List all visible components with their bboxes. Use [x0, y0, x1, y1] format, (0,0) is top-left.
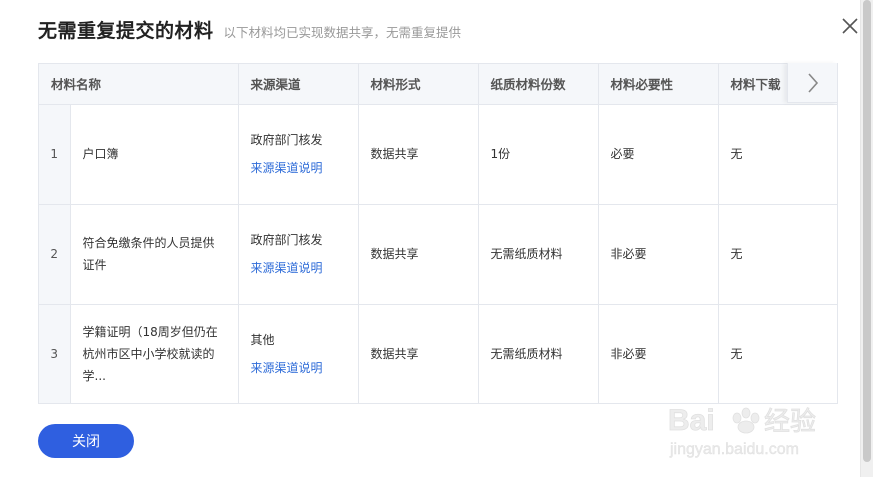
chevron-right-icon	[807, 72, 818, 93]
download: 无	[718, 304, 837, 403]
necessity: 非必要	[598, 304, 719, 403]
download: 无	[718, 104, 837, 205]
material-form: 数据共享	[358, 304, 479, 403]
row-index: 1	[39, 104, 71, 205]
col-header-necessity: 材料必要性	[598, 64, 719, 105]
paper-copies: 无需纸质材料	[478, 204, 599, 305]
source-text: 政府部门核发	[250, 233, 323, 247]
scrollbar[interactable]	[860, 0, 873, 477]
scrollbar-thumb[interactable]	[863, 0, 871, 462]
close-button[interactable]: 关闭	[38, 424, 134, 458]
source-link[interactable]: 来源渠道说明	[251, 357, 346, 379]
material-name: 学籍证明（18周岁但仍在杭州市区中小学校就读的学...	[70, 304, 239, 403]
material-form: 数据共享	[358, 204, 479, 305]
paper-copies: 1份	[478, 104, 599, 205]
table-scroll-right-button[interactable]	[787, 63, 837, 103]
col-header-form: 材料形式	[358, 64, 479, 105]
source-cell: 政府部门核发 来源渠道说明	[238, 104, 359, 205]
table-row: 2 符合免缴条件的人员提供证件 政府部门核发 来源渠道说明 数据共享 无需纸质材…	[39, 204, 837, 305]
paper-copies: 无需纸质材料	[478, 304, 599, 403]
necessity: 非必要	[598, 204, 719, 305]
dialog-header: 无需重复提交的材料 以下材料均已实现数据共享，无需重复提供	[38, 16, 461, 46]
table-row: 3 学籍证明（18周岁但仍在杭州市区中小学校就读的学... 其他 来源渠道说明 …	[39, 304, 837, 403]
row-index: 3	[39, 304, 71, 403]
source-cell: 其他 来源渠道说明	[238, 304, 359, 403]
table-row: 1 户口簿 政府部门核发 来源渠道说明 数据共享 1份 必要 无	[39, 104, 837, 205]
source-cell: 政府部门核发 来源渠道说明	[238, 204, 359, 305]
material-form: 数据共享	[358, 104, 479, 205]
watermark-url: jingyan.baidu.com	[669, 441, 799, 458]
col-header-copies: 纸质材料份数	[478, 64, 599, 105]
dialog-subtitle: 以下材料均已实现数据共享，无需重复提供	[223, 25, 462, 40]
material-name: 符合免缴条件的人员提供证件	[70, 204, 239, 305]
materials-table: 材料名称 来源渠道 材料形式 纸质材料份数 材料必要性 材料下载 1 户口簿 政…	[38, 63, 838, 404]
download: 无	[718, 204, 837, 305]
source-link[interactable]: 来源渠道说明	[251, 257, 346, 279]
baidu-jingyan-watermark: Bai 经验 jingyan.baidu.com	[668, 398, 838, 462]
watermark-brand: Bai	[668, 404, 715, 437]
paw-icon	[732, 407, 760, 434]
source-link[interactable]: 来源渠道说明	[251, 157, 346, 179]
col-header-source: 来源渠道	[238, 64, 359, 105]
dialog-title: 无需重复提交的材料	[38, 20, 214, 42]
row-index: 2	[39, 204, 71, 305]
source-text: 政府部门核发	[250, 133, 323, 147]
table-header-row: 材料名称 来源渠道 材料形式 纸质材料份数 材料必要性 材料下载	[39, 64, 837, 105]
watermark-brand-cn: 经验	[764, 407, 816, 437]
material-name: 户口簿	[70, 104, 239, 205]
necessity: 必要	[598, 104, 719, 205]
source-text: 其他	[250, 333, 275, 348]
close-icon[interactable]	[838, 14, 862, 38]
col-header-name: 材料名称	[39, 64, 239, 105]
